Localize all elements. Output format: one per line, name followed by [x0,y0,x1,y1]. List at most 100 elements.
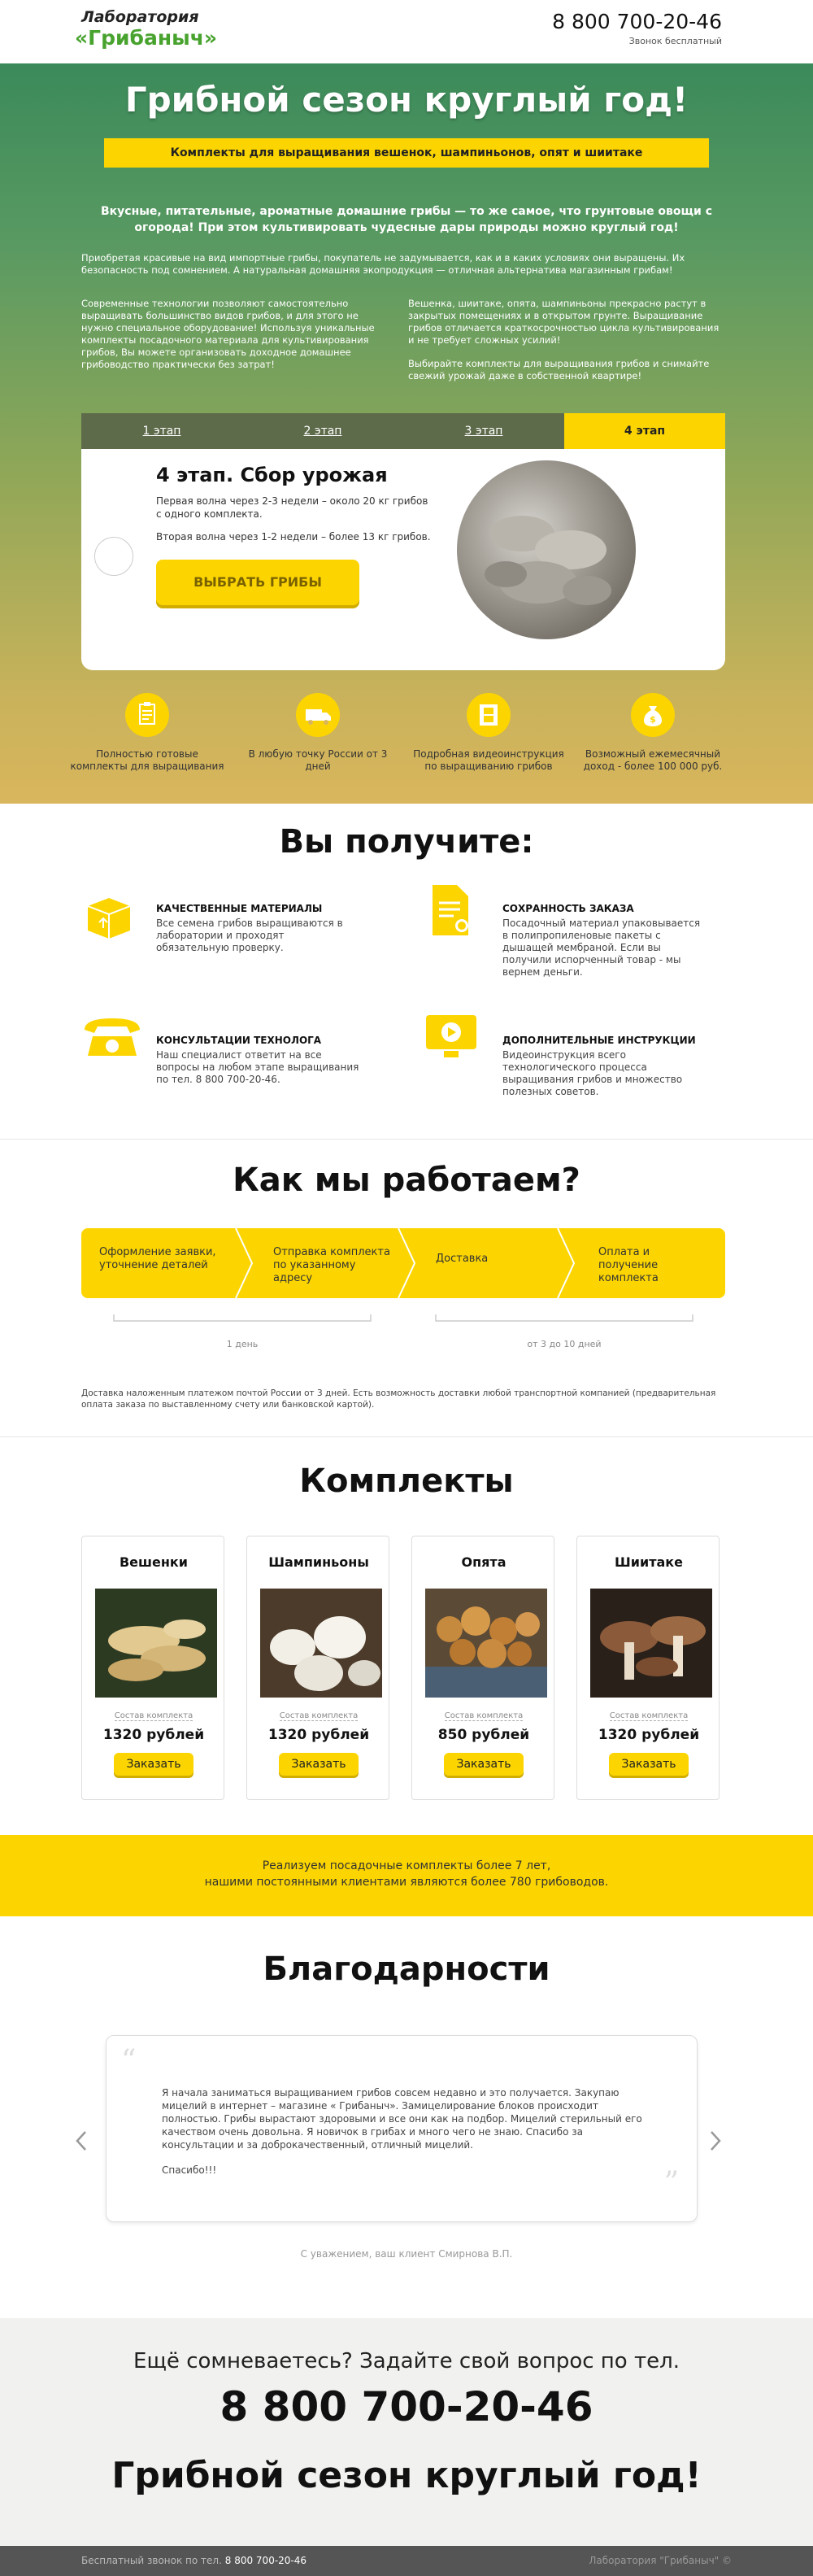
kit-card-champignon: Шампиньоны Состав комплекта 1320 рублей … [246,1536,389,1800]
feature-title-2: СОХРАННОСТЬ ЗАКАЗА [502,903,634,914]
footer-phone-label: Бесплатный звонок по тел. [81,2555,222,2566]
kit-price: 1320 рублей [267,1727,370,1743]
benefit-text-1: Полностью готовые комплекты для выращива… [70,748,224,772]
thanks-title: Благодарности [263,1951,550,1988]
footer-phone-line: Бесплатный звонок по тел. 8 800 700-20-4… [81,2555,307,2566]
kit-photo-shiitake [590,1589,712,1698]
svg-text:$: $ [650,714,656,725]
order-button[interactable]: Заказать [609,1753,689,1776]
kit-name: Шиитаке [615,1554,683,1570]
chevron-left-icon [107,547,119,565]
banner-line-2: нашими постоянными клиентами являются бо… [204,1876,609,1889]
quote-close-icon: ” [663,2166,679,2199]
hero-col-right1: Вешенка, шиитаке, опята, шампиньоны прек… [408,298,720,346]
kit-photo-oyster [95,1589,217,1698]
divider [0,1436,813,1437]
benefit-text-2: В любую точку России от 3 дней [248,748,388,772]
duration-1: 1 день [226,1339,259,1349]
kit-name: Шампиньоны [268,1554,369,1570]
box-icon [81,887,135,940]
kit-name: Вешенки [119,1554,188,1570]
document-icon [426,882,475,939]
experience-banner: Реализуем посадочные комплекты более 7 л… [0,1835,813,1916]
testimonial-signature: С уважением, ваш клиент Смирнова В.П. [300,2248,513,2260]
footer-copyright: Лаборатория "Грибаныч" © [589,2555,732,2566]
how-title: Как мы работаем? [233,1162,580,1199]
kit-composition-link[interactable]: Состав комплекта [444,1711,524,1721]
bottom-slogan: Грибной сезон круглый год! [111,2455,702,2496]
hero-ribbon: Комплекты для выращивания вешенок, шампи… [86,138,727,174]
duration-bracket-1 [113,1314,372,1322]
get-title: Вы получите: [279,823,534,861]
stage-text-2: Вторая волна через 1-2 недели – более 13… [156,531,431,543]
tab-stage-4[interactable]: 4 этап [564,413,725,449]
tab-stage-3[interactable]: 3 этап [403,413,564,449]
footer-phone[interactable]: 8 800 700-20-46 [225,2555,307,2566]
tab-stage-2[interactable]: 2 этап [242,413,403,449]
video-icon [423,1012,480,1061]
benefit-text-4: Возможный ежемесячный доход - более 100 … [583,748,723,772]
chevron-right-icon [711,2131,721,2151]
kit-photo-honey [425,1589,547,1698]
footer: Бесплатный звонок по тел. 8 800 700-20-4… [0,2546,813,2576]
header-phone[interactable]: 8 800 700-20-46 [552,10,722,33]
kit-composition-link[interactable]: Состав комплекта [114,1711,193,1721]
testimonial-text: Я начала заниматься выращиванием грибов … [162,2087,642,2151]
kit-composition-link[interactable]: Состав комплекта [609,1711,689,1721]
logo-line2[interactable]: «Грибаныч» [75,26,217,50]
bottom-phone[interactable]: 8 800 700-20-46 [0,2383,813,2430]
hero-col-right2: Выбирайте комплекты для выращивания гриб… [408,358,710,381]
order-button[interactable]: Заказать [279,1753,359,1776]
logo-line1[interactable]: Лаборатория [81,8,199,26]
testimonial-prev-button[interactable] [75,2129,88,2152]
clipboard-icon [125,693,169,737]
testimonial-thanks: Спасибо!!! [162,2164,217,2176]
testimonial-card: “ Я начала заниматься выращиванием грибо… [106,2035,698,2222]
oyster-mushroom-image [485,516,611,605]
header-phone-note: Звонок бесплатный [628,36,722,46]
banner-line-1: Реализуем посадочные комплекты более 7 л… [262,1859,551,1872]
feature-title-1: КАЧЕСТВЕННЫЕ МАТЕРИАЛЫ [156,903,323,914]
tab-stage-1[interactable]: 1 этап [81,413,242,449]
feature-text-2: Посадочный материал упаковывается в поли… [502,918,701,978]
slider-prev-button[interactable] [94,537,133,576]
step-arrows [235,1228,576,1298]
kit-name: Опята [461,1554,506,1570]
divider [0,1139,813,1140]
testimonial-next-button[interactable] [709,2129,722,2152]
kit-composition-link[interactable]: Состав комплекта [279,1711,359,1721]
hero-title: Грибной сезон круглый год! [124,80,689,120]
stage-panel: 4 этап. Сбор урожая Первая волна через 2… [81,449,725,670]
film-icon [467,693,511,737]
hero-col-left: Современные технологии позволяют самосто… [81,298,375,370]
order-button[interactable]: Заказать [444,1753,524,1776]
hero-para1: Приобретая красивые на вид импортные гри… [81,252,685,276]
header: Лаборатория «Грибаныч» 8 800 700-20-46 З… [0,0,813,63]
truck-icon [296,693,340,737]
stage-tabs: 1 этап 2 этап 3 этап 4 этап [81,413,725,449]
quote-open-icon: “ [121,2044,137,2077]
feature-title-3: КОНСУЛЬТАЦИИ ТЕХНОЛОГА [156,1035,322,1046]
bottom-question: Ещё сомневаетесь? Задайте свой вопрос по… [133,2349,680,2373]
money-bag-icon: $ [631,693,675,737]
kit-price: 850 рублей [437,1727,530,1743]
choose-mushrooms-button[interactable]: ВЫБРАТЬ ГРИБЫ [156,560,359,605]
feature-text-3: Наш специалист ответит на все вопросы на… [156,1049,359,1085]
kits-title: Комплекты [299,1462,514,1500]
stage-photo [457,460,636,639]
hero-lead: Вкусные, питательные, ароматные домашние… [101,205,712,234]
order-button[interactable]: Заказать [114,1753,193,1776]
kit-price: 1320 рублей [598,1727,700,1743]
feature-text-1: Все семена грибов выращиваются в лаборат… [156,918,343,953]
stage-text-1: Первая волна через 2-3 недели – около 20… [156,495,428,520]
kit-photo-champignon [260,1589,382,1698]
kit-card-honey: Опята Состав комплекта 850 рублей Заказа… [411,1536,554,1800]
feature-title-4: ДОПОЛНИТЕЛЬНЫЕ ИНСТРУКЦИИ [502,1035,696,1046]
kit-card-oyster: Вешенки Состав комплекта 1320 рублей Зак… [81,1536,224,1800]
duration-bracket-2 [435,1314,693,1322]
process-steps: Оформление заявки, уточнение деталей Отп… [81,1228,725,1298]
stage-title: 4 этап. Сбор урожая [156,464,388,486]
benefit-text-3: Подробная видеоинструкция по выращиванию… [413,748,564,772]
telephone-icon [80,1012,145,1061]
duration-2: от 3 до 10 дней [527,1339,602,1349]
